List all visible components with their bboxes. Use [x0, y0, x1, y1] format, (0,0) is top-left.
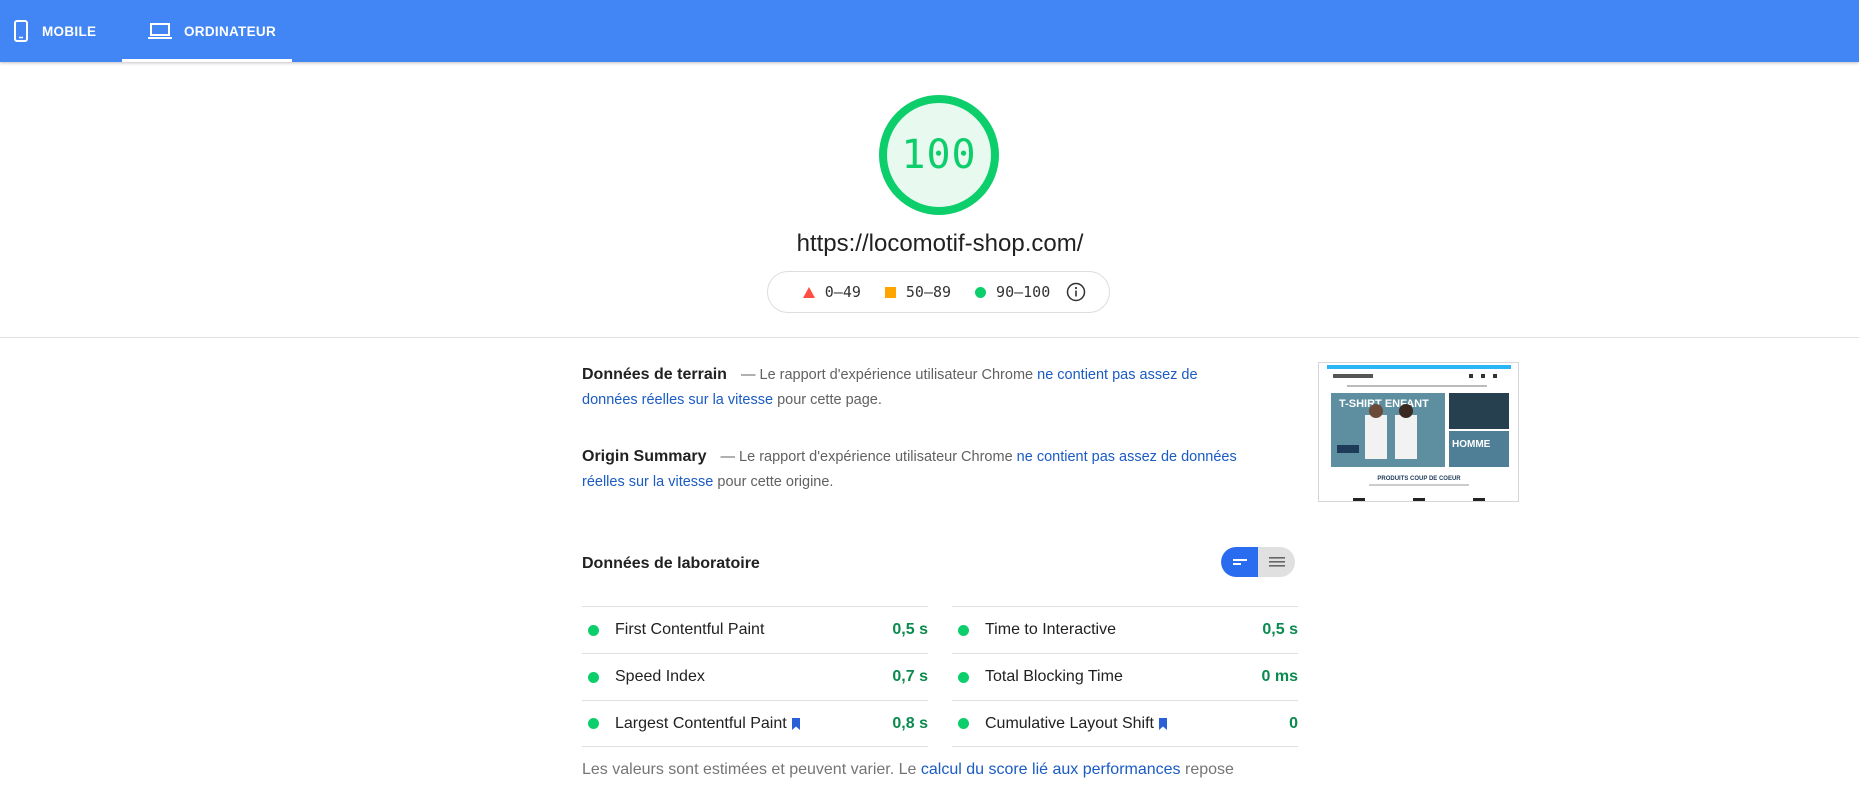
- thumb-section-label: PRODUITS COUP DE COEUR: [1377, 476, 1461, 482]
- legend-pass-label: 90–100: [996, 283, 1051, 301]
- tab-mobile[interactable]: MOBILE: [14, 0, 114, 62]
- metric-total-blocking-time: Total Blocking Time 0 ms: [952, 653, 1298, 700]
- performance-score-value: 100: [901, 132, 977, 178]
- origin-summary-title: Origin Summary: [582, 448, 707, 465]
- tab-desktop[interactable]: ORDINATEUR: [122, 0, 292, 62]
- score-calculation-link[interactable]: calcul du score lié aux performances: [921, 761, 1181, 778]
- metric-value: 0,5 s: [1262, 621, 1298, 638]
- metric-label-text: First Contentful Paint: [615, 621, 765, 638]
- tab-mobile-label: MOBILE: [42, 23, 97, 39]
- legend-fail-label: 0–49: [824, 283, 861, 301]
- pass-circle-icon: [588, 624, 599, 636]
- origin-summary-text: Le rapport d'expérience utilisateur Chro…: [739, 449, 1013, 465]
- score-legend: 0–49 50–89 90–100: [767, 271, 1110, 313]
- origin-summary-section: Origin Summary — Le rapport d'expérience…: [582, 444, 1242, 495]
- metric-time-to-interactive: Time to Interactive 0,5 s: [952, 606, 1298, 653]
- screenshot-image: T-SHIRT ENFANT HOMME PRODUITS COUP DE CO…: [1327, 365, 1511, 501]
- legend-average-label: 50–89: [905, 283, 952, 301]
- estimate-footnote: Les valeurs sont estimées et peuvent var…: [582, 758, 1282, 782]
- metrics-column-left: First Contentful Paint 0,5 s Speed Index…: [582, 606, 928, 747]
- expanded-view-button[interactable]: [1258, 547, 1295, 577]
- metric-label-text: Total Blocking Time: [985, 668, 1123, 685]
- pass-circle-icon: [588, 718, 599, 729]
- legend-pass: 90–100: [975, 283, 1050, 301]
- pass-circle-icon: [588, 671, 599, 683]
- smartphone-icon: [14, 20, 28, 42]
- metric-value: 0,7 s: [892, 668, 928, 685]
- metric-label: Largest Contentful Paint: [615, 715, 892, 733]
- square-average-icon: [884, 286, 896, 298]
- metric-value: 0,8 s: [892, 714, 928, 732]
- metric-label: Total Blocking Time: [985, 668, 1262, 686]
- field-data-dash: —: [740, 367, 756, 383]
- metric-cumulative-layout-shift: Cumulative Layout Shift 0: [952, 700, 1298, 747]
- tab-desktop-label: ORDINATEUR: [184, 23, 276, 39]
- metric-label: First Contentful Paint: [615, 621, 892, 639]
- bookmark-icon: [1158, 717, 1167, 730]
- footnote-text-after: repose: [1185, 761, 1234, 778]
- footnote-text: Les valeurs sont estimées et peuvent var…: [582, 761, 917, 778]
- origin-summary-text-after: pour cette origine.: [717, 474, 834, 490]
- metrics-view-toggle: [1221, 547, 1295, 577]
- bookmark-icon: [791, 717, 800, 730]
- legend-fail: 0–49: [802, 283, 861, 301]
- metric-label: Cumulative Layout Shift: [985, 715, 1289, 733]
- compact-view-button[interactable]: [1221, 547, 1258, 577]
- info-icon[interactable]: [1066, 282, 1086, 302]
- pass-circle-icon: [958, 671, 969, 683]
- metric-value: 0,5 s: [892, 621, 928, 638]
- origin-summary-dash: —: [720, 449, 736, 465]
- field-data-text-after: pour cette page.: [777, 392, 882, 408]
- header-tab-bar: MOBILE ORDINATEUR: [0, 0, 1859, 62]
- short-lines-icon: [1232, 559, 1247, 565]
- thumb-headline: T-SHIRT ENFANT: [1339, 398, 1429, 410]
- field-data-text: Le rapport d'expérience utilisateur Chro…: [759, 367, 1034, 383]
- section-divider: [0, 337, 1859, 338]
- pass-circle-icon: [958, 718, 969, 729]
- metric-first-contentful-paint: First Contentful Paint 0,5 s: [582, 606, 928, 653]
- laptop-icon: [148, 23, 172, 39]
- tested-url: https://locomotif-shop.com/: [796, 230, 1084, 257]
- field-data-title: Données de terrain: [582, 366, 727, 383]
- pass-circle-icon: [958, 624, 969, 636]
- metric-value: 0 ms: [1261, 668, 1298, 685]
- circle-pass-icon: [975, 286, 987, 298]
- metric-label-text: Cumulative Layout Shift: [985, 714, 1154, 732]
- field-data-section: Données de terrain — Le rapport d'expéri…: [582, 362, 1242, 413]
- metric-label: Speed Index: [615, 668, 892, 686]
- metric-speed-index: Speed Index 0,7 s: [582, 653, 928, 700]
- thumb-side-label: HOMME: [1452, 439, 1491, 450]
- metric-label-text: Time to Interactive: [985, 621, 1117, 638]
- page-screenshot-thumbnail: T-SHIRT ENFANT HOMME PRODUITS COUP DE CO…: [1318, 362, 1519, 502]
- triangle-fail-icon: [802, 286, 815, 298]
- metric-value: 0: [1289, 714, 1298, 732]
- metric-label: Time to Interactive: [985, 621, 1262, 639]
- legend-average: 50–89: [884, 283, 952, 301]
- metrics-column-right: Time to Interactive 0,5 s Total Blocking…: [952, 606, 1298, 747]
- lab-data-title: Données de laboratoire: [582, 555, 760, 572]
- long-lines-icon: [1268, 557, 1285, 567]
- performance-score-gauge: 100: [877, 93, 1001, 217]
- metric-label-text: Speed Index: [615, 668, 705, 685]
- metric-label-text: Largest Contentful Paint: [615, 714, 787, 732]
- metric-largest-contentful-paint: Largest Contentful Paint 0,8 s: [582, 700, 928, 747]
